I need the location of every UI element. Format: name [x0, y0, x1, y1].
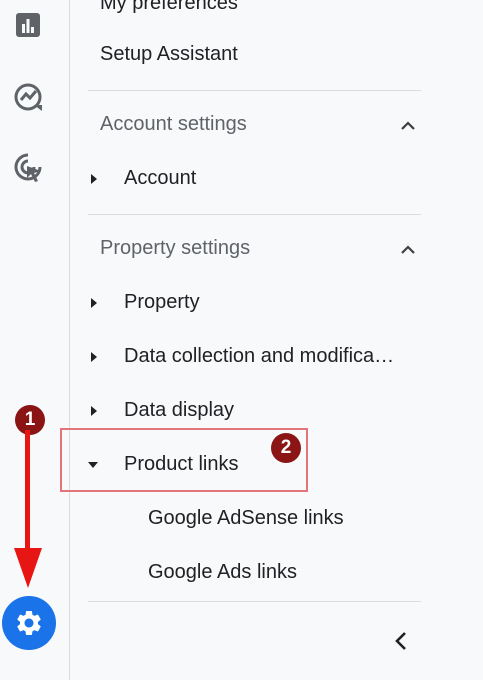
collapse-panel-button[interactable] [386, 626, 416, 656]
tree-item-data-collection[interactable]: Data collection and modifica… [124, 345, 394, 368]
divider [88, 214, 421, 215]
annotation-highlight-box [60, 428, 308, 492]
chevron-up-icon [401, 245, 415, 254]
annotation-arrow-line [25, 430, 30, 550]
expand-arrow-icon [91, 298, 97, 308]
gear-icon [17, 611, 41, 635]
bar-chart-icon[interactable] [11, 8, 45, 42]
setup-assistant-link[interactable]: Setup Assistant [100, 43, 238, 66]
account-settings-heading: Account settings [100, 113, 247, 135]
tree-item-account[interactable]: Account [124, 167, 196, 190]
admin-settings-panel: My preferences Setup Assistant Account s… [70, 0, 483, 680]
expand-arrow-icon [91, 406, 97, 416]
property-settings-collapse-toggle[interactable] [396, 238, 420, 262]
tree-item-property[interactable]: Property [124, 291, 200, 314]
account-settings-collapse-toggle[interactable] [396, 114, 420, 138]
step-1-label: 1 [24, 409, 36, 430]
annotation-arrow-head [14, 548, 42, 588]
divider [88, 90, 421, 91]
property-settings-heading: Property settings [100, 237, 251, 259]
admin-settings-button[interactable] [2, 596, 56, 650]
my-preferences-link[interactable]: My preferences [100, 0, 238, 15]
expand-arrow-icon [91, 352, 97, 362]
chevron-left-icon [395, 632, 406, 650]
adsense-links-item[interactable]: Google AdSense links [148, 507, 344, 530]
step-1-badge: 1 [15, 405, 45, 435]
chevron-up-icon [401, 121, 415, 130]
advertising-icon[interactable] [11, 150, 45, 184]
step-2-label: 2 [280, 437, 292, 458]
step-2-badge: 2 [271, 433, 301, 463]
expand-arrow-icon [91, 174, 97, 184]
google-ads-links-item[interactable]: Google Ads links [148, 561, 297, 584]
divider [88, 601, 421, 602]
left-nav-rail: 1 [0, 0, 70, 680]
explore-icon[interactable] [11, 80, 45, 114]
tree-item-data-display[interactable]: Data display [124, 399, 234, 422]
